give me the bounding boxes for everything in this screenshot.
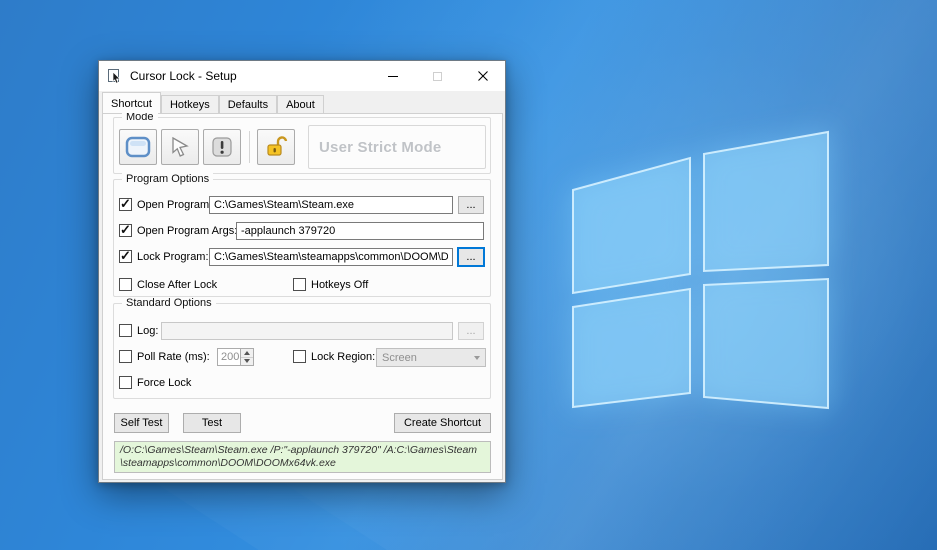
log-browse-button: ... — [458, 322, 484, 340]
tab-strip: Shortcut Hotkeys Defaults About — [102, 94, 503, 113]
caption-buttons — [370, 61, 505, 91]
close-button[interactable] — [460, 61, 505, 91]
self-test-button[interactable]: Self Test — [114, 413, 169, 433]
force-lock-label: Force Lock — [137, 377, 191, 389]
open-program-args-label: Open Program Args: — [137, 225, 237, 237]
app-icon — [107, 68, 123, 84]
poll-rate-spinner[interactable] — [217, 348, 254, 366]
test-button[interactable]: Test — [183, 413, 241, 433]
lock-region-select: Screen — [376, 348, 486, 367]
window-mode-button[interactable] — [119, 129, 157, 165]
checkbox-box — [119, 224, 132, 237]
hotkeys-off-label: Hotkeys Off — [311, 279, 368, 291]
maximize-button — [415, 61, 460, 91]
checkbox-box — [293, 278, 306, 291]
mode-display-panel: User Strict Mode — [308, 125, 486, 169]
window-title: Cursor Lock - Setup — [130, 69, 237, 83]
open-program-browse-button[interactable]: ... — [458, 196, 484, 214]
create-shortcut-button[interactable]: Create Shortcut — [394, 413, 491, 433]
down-arrow-icon — [244, 359, 250, 363]
lock-program-label: Lock Program: — [137, 251, 209, 263]
poll-rate-label: Poll Rate (ms): — [137, 351, 210, 363]
cursor-lock-window: Cursor Lock - Setup Shortcut Hotkeys Def… — [98, 60, 506, 483]
mode-display-text: User Strict Mode — [319, 139, 441, 156]
lock-region-selected-value: Screen — [377, 352, 468, 364]
minimize-button[interactable] — [370, 61, 415, 91]
tab-shortcut[interactable]: Shortcut — [102, 92, 161, 113]
tab-defaults[interactable]: Defaults — [219, 95, 277, 113]
checkbox-box — [119, 376, 132, 389]
lock-program-checkbox[interactable]: Lock Program: — [119, 250, 209, 263]
up-arrow-icon — [244, 351, 250, 355]
open-program-input[interactable] — [209, 196, 453, 214]
poll-rate-checkbox[interactable]: Poll Rate (ms): — [119, 350, 210, 363]
checkbox-box — [119, 278, 132, 291]
windows-logo — [540, 110, 850, 430]
cursor-mode-button[interactable] — [161, 129, 199, 165]
checkbox-box — [119, 350, 132, 363]
spinner-down-button[interactable] — [241, 357, 253, 366]
tab-about[interactable]: About — [277, 95, 324, 113]
titlebar[interactable]: Cursor Lock - Setup — [99, 61, 505, 91]
checkbox-box — [119, 198, 132, 211]
warning-mode-icon — [210, 135, 234, 159]
poll-rate-input[interactable] — [218, 349, 240, 365]
open-program-checkbox[interactable]: Open Program: — [119, 198, 212, 211]
maximize-icon — [433, 72, 442, 81]
close-after-lock-checkbox[interactable]: Close After Lock — [119, 278, 217, 291]
command-preview: /O:C:\Games\Steam\Steam.exe /P:"-applaun… — [114, 441, 491, 473]
lock-program-input[interactable] — [209, 248, 453, 266]
close-after-lock-label: Close After Lock — [137, 279, 217, 291]
standard-options-legend: Standard Options — [122, 297, 216, 309]
checkbox-box — [119, 250, 132, 263]
lock-region-label: Lock Region: — [311, 351, 375, 363]
checkbox-box — [293, 350, 306, 363]
checkbox-box — [119, 324, 132, 337]
window-mode-icon — [125, 136, 151, 158]
unlock-mode-icon — [264, 135, 288, 159]
desktop: Cursor Lock - Setup Shortcut Hotkeys Def… — [0, 0, 937, 550]
unlock-mode-button[interactable] — [257, 129, 295, 165]
lock-region-checkbox[interactable]: Lock Region: — [293, 350, 375, 363]
close-icon — [478, 71, 488, 81]
minimize-icon — [388, 76, 398, 77]
open-program-label: Open Program: — [137, 199, 212, 211]
dropdown-arrow-icon — [468, 356, 485, 360]
spinner-up-button[interactable] — [241, 349, 253, 357]
lock-program-browse-button[interactable]: ... — [457, 247, 485, 267]
open-program-args-input[interactable] — [236, 222, 484, 240]
hotkeys-off-checkbox[interactable]: Hotkeys Off — [293, 278, 368, 291]
log-input — [161, 322, 453, 340]
open-program-args-checkbox[interactable]: Open Program Args: — [119, 224, 237, 237]
log-checkbox[interactable]: Log: — [119, 324, 158, 337]
force-lock-checkbox[interactable]: Force Lock — [119, 376, 191, 389]
program-options-legend: Program Options — [122, 173, 213, 185]
warning-mode-button[interactable] — [203, 129, 241, 165]
toolbar-separator — [249, 131, 250, 163]
cursor-mode-icon — [168, 135, 192, 159]
spinner-arrows — [240, 349, 253, 365]
tab-hotkeys[interactable]: Hotkeys — [161, 95, 219, 113]
log-label: Log: — [137, 325, 158, 337]
